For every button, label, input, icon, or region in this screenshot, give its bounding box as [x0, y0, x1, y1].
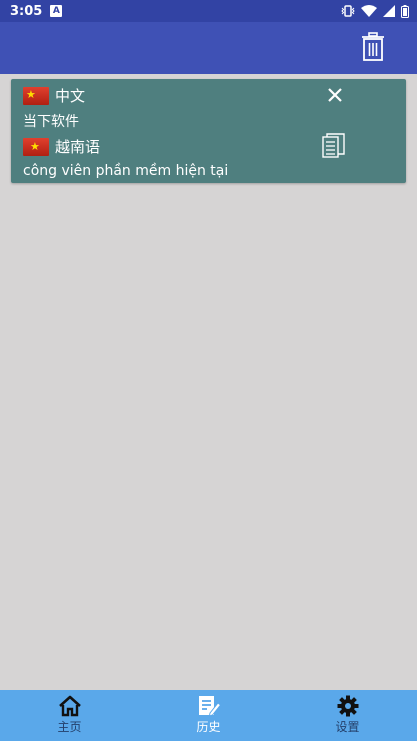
app-bar — [0, 22, 417, 74]
nav-label-home: 主页 — [57, 720, 82, 734]
status-icons — [341, 4, 409, 18]
status-bar: 3:05 A — [0, 0, 417, 22]
vibrate-icon — [341, 5, 355, 17]
gear-icon — [337, 695, 358, 717]
copy-icon[interactable] — [322, 133, 346, 159]
history-icon — [198, 696, 221, 717]
trash-icon[interactable] — [361, 32, 385, 62]
home-icon — [58, 695, 81, 717]
close-icon[interactable] — [325, 85, 345, 105]
battery-icon — [401, 4, 409, 18]
target-text: công viên phần mềm hiện tại — [23, 163, 229, 179]
vietnam-flag-icon: ★ — [23, 137, 49, 156]
history-card[interactable]: ★ 中文 当下软件 ★ 越南语 công viên phần mềm hiện … — [11, 79, 406, 183]
nav-label-history: 历史 — [196, 720, 221, 734]
notification-icon: A — [50, 5, 63, 17]
status-time: 3:05 — [10, 3, 43, 19]
nav-label-settings: 设置 — [335, 720, 360, 734]
source-lang-label: 中文 — [55, 87, 86, 105]
target-lang-row: ★ 越南语 — [23, 136, 100, 157]
source-lang-row: ★ 中文 — [23, 85, 85, 106]
nav-item-settings[interactable]: 设置 — [278, 690, 417, 741]
target-lang-label: 越南语 — [55, 138, 101, 156]
nav-item-history[interactable]: 历史 — [139, 690, 278, 741]
wifi-icon — [361, 5, 377, 17]
source-text: 当下软件 — [23, 114, 79, 130]
signal-icon — [383, 5, 395, 17]
nav-item-home[interactable]: 主页 — [0, 690, 139, 741]
china-flag-icon: ★ — [23, 86, 49, 105]
bottom-nav: 主页 历史 设置 — [0, 690, 417, 741]
